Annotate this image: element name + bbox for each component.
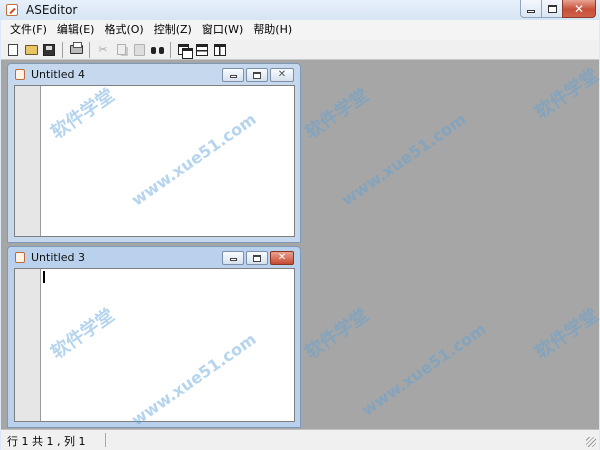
- paste-icon: [133, 43, 145, 56]
- save-button[interactable]: [41, 42, 57, 58]
- tile-vertical-icon: [214, 43, 226, 56]
- minimize-icon: [527, 9, 535, 13]
- cursor-position-status: 行 1 共 1 , 列 1: [7, 435, 86, 448]
- paste-button[interactable]: [131, 42, 147, 58]
- open-icon: [24, 44, 38, 55]
- toolbar-separator: [62, 41, 63, 58]
- document-title-bar[interactable]: Untitled 3 ✕: [8, 247, 300, 268]
- new-button[interactable]: [5, 42, 21, 58]
- document-maximize-button[interactable]: [246, 68, 268, 82]
- document-window[interactable]: Untitled 4 ✕: [7, 63, 301, 243]
- document-title: Untitled 3: [31, 251, 86, 264]
- new-icon: [8, 43, 18, 56]
- minimize-button[interactable]: [520, 0, 542, 18]
- menu-bar: 文件(F) 编辑(E) 格式(O) 控制(Z) 窗口(W) 帮助(H): [1, 20, 599, 40]
- maximize-button[interactable]: [541, 0, 563, 18]
- text-editor-area[interactable]: [41, 269, 294, 421]
- status-separator: [105, 433, 106, 447]
- app-title: ASEditor: [26, 3, 78, 17]
- close-icon: ✕: [573, 1, 585, 16]
- cascade-icon: [177, 43, 193, 59]
- copy-icon: [116, 44, 126, 55]
- document-minimize-button[interactable]: [222, 68, 244, 82]
- minimize-icon: [229, 75, 237, 78]
- close-icon: ✕: [277, 69, 287, 80]
- document-icon: [15, 69, 25, 80]
- cascade-button[interactable]: [176, 42, 193, 59]
- text-editor-area[interactable]: [41, 86, 294, 236]
- line-number-gutter: [15, 86, 41, 236]
- toolbar-separator: [170, 41, 171, 58]
- pencil-app-icon[interactable]: [6, 4, 18, 16]
- print-button[interactable]: [68, 42, 84, 58]
- menu-window[interactable]: 窗口(W): [197, 20, 248, 40]
- maximize-icon: [253, 71, 261, 79]
- status-bar: 行 1 共 1 , 列 1: [1, 429, 599, 450]
- document-close-button[interactable]: ✕: [270, 251, 294, 265]
- toolbar: ✂: [1, 40, 599, 60]
- document-title-bar[interactable]: Untitled 4 ✕: [8, 64, 300, 85]
- editor: [14, 268, 295, 422]
- menu-help[interactable]: 帮助(H): [248, 20, 297, 40]
- tile-horizontal-icon: [196, 43, 208, 56]
- tile-vertical-button[interactable]: [212, 42, 228, 58]
- mdi-client-area[interactable]: Untitled 4 ✕ Untitled 3 ✕: [1, 60, 599, 429]
- cut-button[interactable]: ✂: [95, 42, 111, 58]
- maximize-icon: [253, 254, 261, 262]
- menu-file[interactable]: 文件(F): [5, 20, 52, 40]
- tile-horizontal-button[interactable]: [194, 42, 210, 58]
- menu-control[interactable]: 控制(Z): [149, 20, 197, 40]
- document-title: Untitled 4: [31, 68, 86, 81]
- minimize-icon: [229, 258, 237, 261]
- document-minimize-button[interactable]: [222, 251, 244, 265]
- cut-icon: ✂: [98, 42, 108, 56]
- find-icon: [150, 44, 164, 55]
- find-button[interactable]: [149, 42, 165, 58]
- print-icon: [69, 42, 83, 54]
- text-caret: [43, 271, 45, 283]
- app-window: ASEditor ✕ 文件(F) 编辑(E) 格式(O) 控制(Z) 窗口(W)…: [0, 0, 600, 450]
- resize-grip-icon[interactable]: [586, 437, 596, 447]
- copy-button[interactable]: [113, 42, 129, 58]
- save-icon: [43, 43, 55, 56]
- document-window-active[interactable]: Untitled 3 ✕: [7, 246, 301, 428]
- menu-edit[interactable]: 编辑(E): [52, 20, 100, 40]
- close-button[interactable]: ✕: [562, 0, 596, 18]
- editor: [14, 85, 295, 237]
- line-number-gutter: [15, 269, 41, 421]
- document-icon: [15, 252, 25, 263]
- title-bar[interactable]: ASEditor ✕: [0, 0, 600, 20]
- document-maximize-button[interactable]: [246, 251, 268, 265]
- close-icon: ✕: [277, 252, 287, 263]
- toolbar-separator: [89, 41, 90, 58]
- document-close-button[interactable]: ✕: [270, 68, 294, 82]
- maximize-icon: [547, 4, 557, 13]
- menu-format[interactable]: 格式(O): [99, 20, 148, 40]
- open-button[interactable]: [23, 42, 39, 58]
